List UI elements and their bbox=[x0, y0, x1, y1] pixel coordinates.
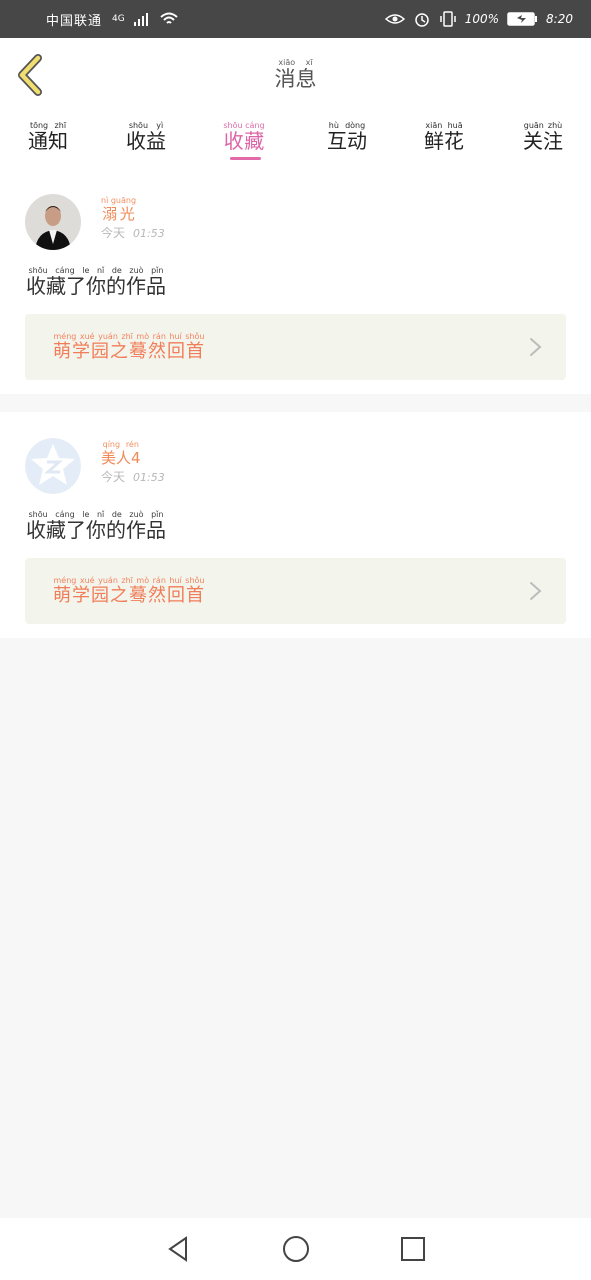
tab-follows[interactable]: 关注guān zhù bbox=[513, 121, 573, 154]
message-time: 今天 01:53 bbox=[101, 470, 165, 484]
work-title: 萌学园之蓦然回首méng xué yuán zhī mò rán huí shǒ… bbox=[53, 332, 205, 362]
page-title: 消息xiāo xī bbox=[274, 58, 317, 91]
wifi-icon bbox=[159, 11, 179, 27]
message-card: 溺光nì guāng 今天 01:53 收藏了你的作品shōu cáng le n… bbox=[0, 168, 591, 394]
system-navigation-bar bbox=[0, 1218, 591, 1280]
eye-icon bbox=[384, 12, 405, 26]
tab-earnings[interactable]: 收益shōu yì bbox=[116, 121, 176, 154]
work-title: 萌学园之蓦然回首méng xué yuán zhī mò rán huí shǒ… bbox=[53, 576, 205, 606]
square-recents-icon bbox=[400, 1237, 425, 1261]
message-text: 收藏了你的作品shōu cáng le nǐ de zuò pǐn bbox=[26, 510, 166, 542]
home-nav-button[interactable] bbox=[276, 1229, 316, 1269]
active-tab-indicator bbox=[230, 157, 261, 160]
tab-flowers[interactable]: 鲜花xiān huā bbox=[414, 121, 474, 154]
work-link[interactable]: 萌学园之蓦然回首méng xué yuán zhī mò rán huí shǒ… bbox=[25, 558, 566, 624]
user-name[interactable]: 美人4qíng rén bbox=[101, 440, 141, 468]
chevron-right-icon bbox=[530, 582, 542, 600]
tab-favorites[interactable]: 收藏shōu cáng bbox=[214, 121, 274, 154]
tab-notifications[interactable]: 通知tōng zhī bbox=[18, 121, 78, 154]
battery-percent: 100% bbox=[464, 12, 500, 26]
clock-time: 8:20 bbox=[546, 12, 573, 26]
network-type: 4G bbox=[112, 14, 125, 24]
carrier-label: 中国联通 bbox=[46, 13, 103, 29]
tab-interactions[interactable]: 互动hù dòng bbox=[317, 121, 377, 154]
chevron-right-icon bbox=[530, 338, 542, 356]
status-bar: 中国联通 4G 100% 8:20 bbox=[0, 0, 591, 38]
work-link[interactable]: 萌学园之蓦然回首méng xué yuán zhī mò rán huí shǒ… bbox=[25, 314, 566, 380]
back-nav-button[interactable] bbox=[159, 1229, 199, 1269]
message-card: 美人4qíng rén 今天 01:53 收藏了你的作品shōu cáng le … bbox=[0, 412, 591, 638]
user-name[interactable]: 溺光nì guāng bbox=[101, 196, 136, 224]
message-list: 溺光nì guāng 今天 01:53 收藏了你的作品shōu cáng le n… bbox=[0, 168, 591, 1218]
status-right: 100% 8:20 bbox=[384, 10, 573, 28]
nav-header: 消息xiāo xī bbox=[0, 38, 591, 112]
vibrate-icon bbox=[439, 10, 457, 28]
recents-nav-button[interactable] bbox=[393, 1229, 433, 1269]
category-tabs: 通知tōng zhī 收益shōu yì 收藏shōu cáng 互动hù dò… bbox=[0, 111, 591, 168]
avatar[interactable] bbox=[25, 194, 81, 250]
message-text: 收藏了你的作品shōu cáng le nǐ de zuò pǐn bbox=[26, 266, 166, 298]
message-time: 今天 01:53 bbox=[101, 226, 165, 240]
circle-home-icon bbox=[282, 1236, 309, 1262]
battery-icon bbox=[507, 12, 538, 26]
signal-icon bbox=[133, 11, 151, 27]
avatar[interactable] bbox=[25, 438, 81, 494]
alarm-icon bbox=[413, 10, 431, 28]
triangle-back-icon bbox=[167, 1236, 187, 1262]
status-left: 中国联通 4G bbox=[46, 10, 179, 29]
